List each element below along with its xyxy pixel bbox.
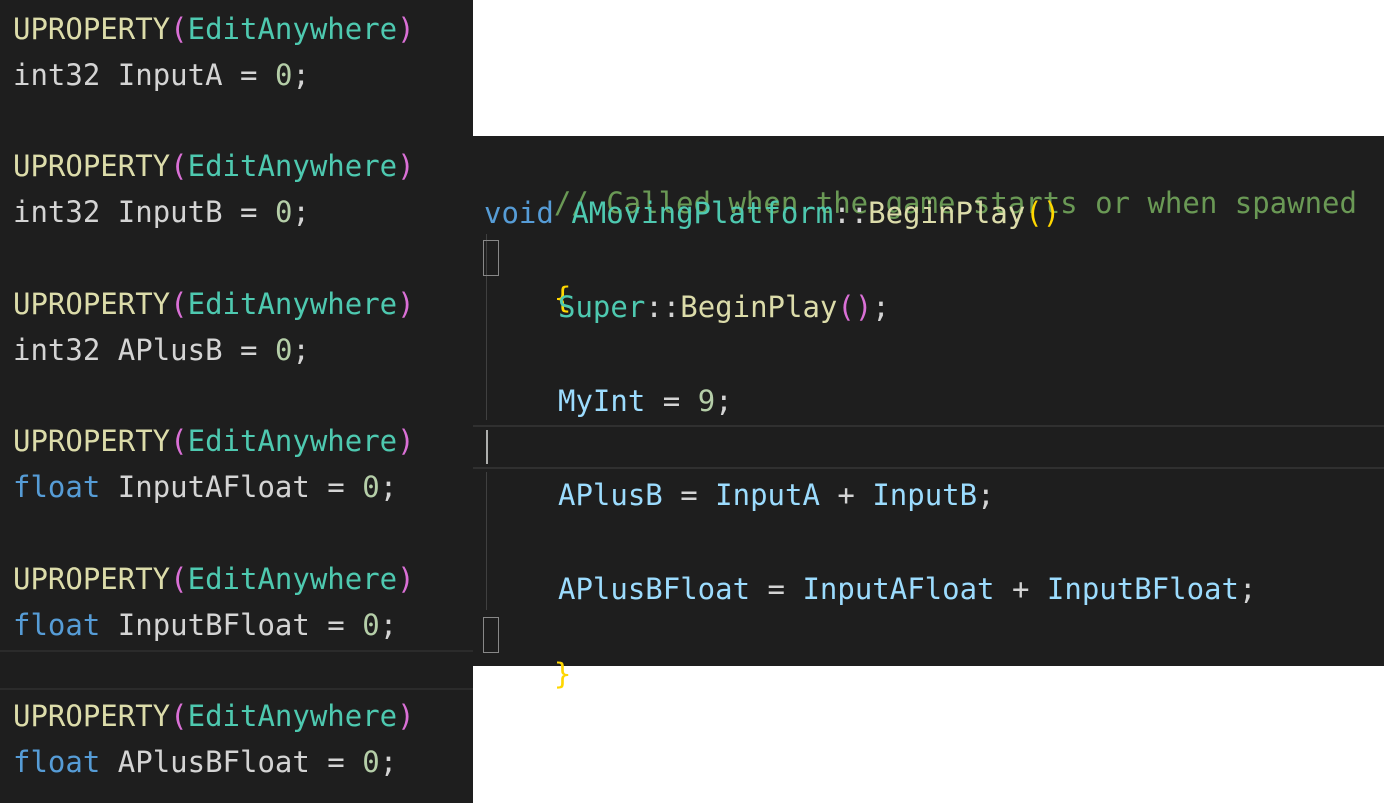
- current-line-highlight: [473, 425, 1384, 469]
- operand-b: InputB: [872, 478, 978, 512]
- property-specifier: EditAnywhere: [187, 562, 398, 596]
- signature-parens: (): [1025, 196, 1061, 230]
- open-brace-line: {: [484, 241, 571, 315]
- macro-name: UPROPERTY: [13, 562, 171, 596]
- current-line-highlight: [0, 650, 473, 690]
- variable-name: InputA: [117, 58, 223, 92]
- member-declaration-line: float InputBFloat = 0;: [13, 608, 398, 642]
- operator: +: [837, 478, 855, 512]
- number-literal: 0: [362, 745, 380, 779]
- header-declarations-panel: UPROPERTY(EditAnywhere) int32 InputA = 0;…: [0, 0, 473, 803]
- number-literal: 0: [362, 608, 380, 642]
- operator: +: [1011, 572, 1030, 606]
- super-call-line: Super::BeginPlay();: [558, 290, 890, 324]
- property-specifier: EditAnywhere: [187, 424, 398, 458]
- close-brace-line: }: [484, 617, 571, 691]
- scope-operator: ::: [833, 196, 869, 230]
- variable-name: InputB: [117, 195, 223, 229]
- function-name: BeginPlay: [868, 196, 1026, 230]
- variable-name: MyInt: [558, 384, 646, 418]
- type-keyword: float: [13, 745, 101, 779]
- number-literal: 0: [274, 195, 293, 229]
- comment-line: // Called when the game starts or when s…: [484, 146, 1357, 220]
- member-declaration-line: float InputAFloat = 0;: [13, 470, 398, 504]
- member-declaration-line: int32 APlusB = 0;: [13, 333, 310, 367]
- indent-guide: [486, 472, 487, 610]
- close-paren: ): [397, 699, 415, 733]
- member-declaration-line: float APlusBFloat = 0;: [13, 745, 398, 779]
- macro-name: UPROPERTY: [13, 12, 171, 46]
- open-paren: (: [170, 562, 188, 596]
- number-literal: 0: [274, 58, 293, 92]
- property-specifier: EditAnywhere: [187, 149, 398, 183]
- open-paren: (: [170, 12, 188, 46]
- open-paren: (: [170, 699, 188, 733]
- property-specifier: EditAnywhere: [187, 287, 398, 321]
- number-literal: 0: [274, 333, 293, 367]
- operand-a: InputAFloat: [802, 572, 995, 606]
- close-paren: ): [397, 424, 415, 458]
- property-specifier: EditAnywhere: [187, 699, 398, 733]
- operand-a: InputA: [715, 478, 820, 512]
- macro-name: UPROPERTY: [13, 699, 171, 733]
- close-paren: ): [397, 12, 415, 46]
- variable-name: InputBFloat: [117, 608, 310, 642]
- class-name: AMovingPlatform: [571, 196, 834, 230]
- number-literal: 9: [697, 384, 716, 418]
- text-cursor: [486, 430, 488, 464]
- type-keyword: int32: [13, 195, 101, 229]
- member-declaration-line: int32 InputA = 0;: [13, 58, 310, 92]
- open-paren: (: [170, 424, 188, 458]
- variable-name: InputAFloat: [117, 470, 310, 504]
- open-paren: (: [170, 287, 188, 321]
- member-declaration-line: int32 InputB = 0;: [13, 195, 310, 229]
- assign-aplusbfloat-line: APlusBFloat = InputAFloat + InputBFloat;: [558, 572, 1257, 606]
- uproperty-macro-line: UPROPERTY(EditAnywhere): [13, 147, 415, 185]
- assign-myint-line: MyInt = 9;: [558, 384, 733, 418]
- macro-name: UPROPERTY: [13, 149, 171, 183]
- operand-b: InputBFloat: [1046, 572, 1239, 606]
- function-signature-line: void AMovingPlatform::BeginPlay(): [484, 194, 1060, 232]
- macro-name: UPROPERTY: [13, 424, 171, 458]
- number-literal: 0: [362, 470, 380, 504]
- variable-name: APlusB: [117, 333, 223, 367]
- property-specifier: EditAnywhere: [187, 12, 398, 46]
- close-paren: ): [397, 149, 415, 183]
- type-keyword: float: [13, 470, 101, 504]
- close-brace: }: [553, 657, 572, 691]
- type-keyword: int32: [13, 333, 101, 367]
- type-keyword: float: [13, 608, 101, 642]
- function-name: BeginPlay: [680, 290, 838, 324]
- uproperty-macro-line: UPROPERTY(EditAnywhere): [13, 560, 415, 598]
- type-keyword: int32: [13, 58, 101, 92]
- call-parens: (): [837, 290, 873, 324]
- variable-name: APlusBFloat: [117, 745, 310, 779]
- macro-name: UPROPERTY: [13, 287, 171, 321]
- variable-name: APlusBFloat: [558, 572, 751, 606]
- assign-aplusb-line: APlusB = InputA + InputB;: [558, 478, 995, 512]
- open-paren: (: [170, 149, 188, 183]
- uproperty-macro-line: UPROPERTY(EditAnywhere): [13, 697, 415, 735]
- uproperty-macro-line: UPROPERTY(EditAnywhere): [13, 10, 415, 48]
- scope-operator: ::: [645, 290, 681, 324]
- close-paren: ): [397, 287, 415, 321]
- super-keyword: Super: [558, 290, 646, 324]
- variable-name: APlusB: [558, 478, 663, 512]
- uproperty-macro-line: UPROPERTY(EditAnywhere): [13, 422, 415, 460]
- close-paren: ): [397, 562, 415, 596]
- return-type: void: [484, 196, 554, 230]
- uproperty-macro-line: UPROPERTY(EditAnywhere): [13, 285, 415, 323]
- cpp-source-panel: // Called when the game starts or when s…: [473, 136, 1384, 691]
